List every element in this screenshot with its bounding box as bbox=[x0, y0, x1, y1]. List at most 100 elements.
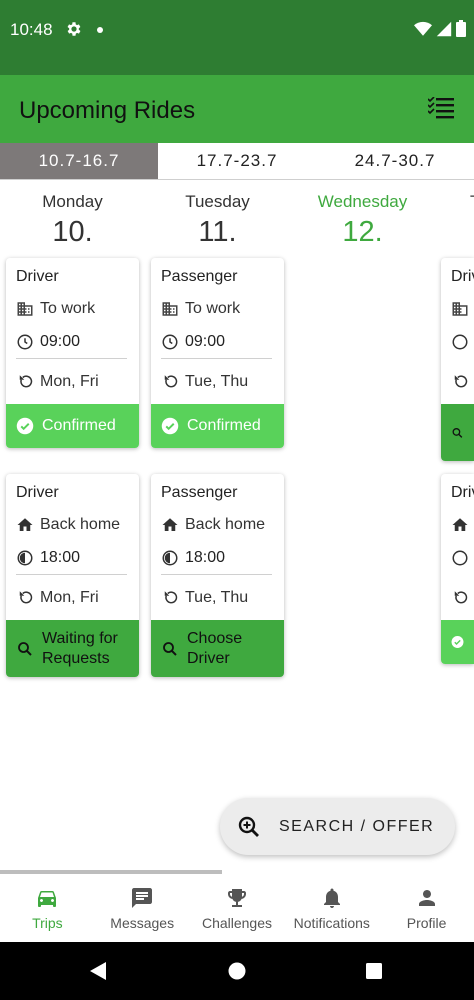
repeat-icon bbox=[164, 375, 178, 388]
trophy-icon bbox=[227, 889, 246, 907]
day-number: 12. bbox=[342, 216, 383, 248]
search-icon bbox=[18, 641, 32, 656]
ride-card-partial[interactable]: Driv bbox=[441, 474, 474, 664]
status-bar: 10:48 bbox=[0, 0, 474, 75]
clock-icon bbox=[17, 334, 33, 350]
message-icon bbox=[132, 888, 153, 908]
repeat-label: Tue, Thu bbox=[185, 589, 249, 606]
repeat-icon bbox=[19, 375, 33, 388]
page-title: Upcoming Rides bbox=[19, 97, 196, 124]
week-tab-2[interactable]: 17.7-23.7 bbox=[158, 143, 316, 179]
clock-half-icon bbox=[17, 550, 33, 566]
check-circle-icon bbox=[161, 417, 179, 435]
bell-icon bbox=[323, 888, 340, 908]
ride-role: Driv bbox=[451, 268, 474, 285]
clock-icon bbox=[452, 334, 468, 350]
status-icons bbox=[414, 20, 466, 37]
repeat-icon bbox=[164, 591, 178, 604]
destination-row: Back home bbox=[16, 516, 120, 534]
status-label: Choose Driver bbox=[187, 629, 242, 669]
back-icon[interactable] bbox=[89, 961, 107, 981]
home-button-icon[interactable] bbox=[228, 961, 246, 981]
destination-row: To work bbox=[161, 300, 240, 318]
ride-card[interactable]: Passenger To work 09:00 Tue, Thu Confirm… bbox=[151, 258, 284, 448]
building-icon bbox=[452, 302, 468, 316]
ride-role: Driv bbox=[451, 484, 474, 501]
status-choose-driver[interactable]: Choose Driver bbox=[151, 620, 284, 677]
status-line-1: Choose bbox=[187, 629, 243, 647]
divider bbox=[16, 574, 127, 575]
repeat-label: Tue, Thu bbox=[185, 373, 249, 390]
day-header-partial: T bbox=[470, 192, 474, 212]
nav-label: Notifications bbox=[293, 915, 370, 931]
clock-half-icon bbox=[162, 550, 178, 566]
recents-icon[interactable] bbox=[365, 961, 383, 981]
status-confirmed: Confirmed bbox=[6, 404, 139, 448]
status-confirmed bbox=[441, 620, 474, 664]
repeat-icon bbox=[454, 591, 468, 604]
day-header-monday: Monday 10. bbox=[0, 192, 145, 249]
list-menu-icon[interactable] bbox=[428, 97, 454, 119]
repeat-icon bbox=[454, 375, 468, 388]
settings-icon bbox=[67, 22, 81, 36]
car-icon bbox=[38, 891, 57, 907]
check-circle-icon bbox=[451, 636, 464, 648]
ride-card-partial[interactable]: Driv bbox=[441, 258, 474, 461]
status-confirmed: Confirmed bbox=[151, 404, 284, 448]
nav-notifications[interactable]: Notifications bbox=[284, 876, 379, 942]
status-label: Confirmed bbox=[42, 417, 116, 434]
clock-half-icon bbox=[452, 550, 468, 566]
person-icon bbox=[418, 890, 435, 906]
time-row: 09:00 bbox=[161, 333, 225, 351]
week-tab-1[interactable]: 10.7-16.7 bbox=[0, 143, 158, 179]
day-number: 11. bbox=[198, 216, 237, 248]
status-label: Confirmed bbox=[187, 417, 261, 434]
week-tab-3[interactable]: 24.7-30.7 bbox=[316, 143, 474, 179]
divider bbox=[161, 358, 272, 359]
zoom-in-icon bbox=[238, 816, 259, 837]
app-bar: Upcoming Rides bbox=[0, 75, 474, 143]
destination-row: Back home bbox=[161, 516, 265, 534]
search-icon bbox=[452, 427, 463, 438]
system-nav-bar bbox=[0, 942, 474, 1000]
day-name: Tuesday bbox=[185, 192, 250, 211]
ride-card[interactable]: Driver Back home 18:00 Mon, Fri Waiting … bbox=[6, 474, 139, 677]
divider bbox=[16, 358, 127, 359]
time-row: 09:00 bbox=[16, 333, 80, 351]
destination-label: Back home bbox=[40, 516, 121, 533]
status-line-1: Waiting for bbox=[42, 629, 118, 647]
clock-icon bbox=[162, 334, 178, 350]
ride-card[interactable]: Driver To work 09:00 Mon, Fri Confirmed bbox=[6, 258, 139, 448]
wifi-icon bbox=[414, 21, 432, 36]
repeat-row: Mon, Fri bbox=[16, 373, 99, 391]
destination-label: To work bbox=[185, 300, 241, 317]
search-offer-label: SEARCH / OFFER bbox=[279, 817, 435, 835]
status-waiting[interactable]: Waiting for Requests bbox=[6, 620, 139, 677]
time-row: 18:00 bbox=[16, 549, 80, 567]
bottom-nav: Trips Messages Challenges Notifications … bbox=[0, 876, 474, 942]
status-line-2: Driver bbox=[187, 649, 230, 667]
ride-card[interactable]: Passenger Back home 18:00 Tue, Thu Choos… bbox=[151, 474, 284, 677]
repeat-icon bbox=[19, 591, 33, 604]
nav-trips[interactable]: Trips bbox=[0, 876, 95, 942]
destination-label: To work bbox=[40, 300, 96, 317]
home-icon bbox=[452, 518, 468, 531]
ride-role: Passenger bbox=[161, 484, 238, 501]
time-label: 18:00 bbox=[40, 549, 81, 566]
nav-label: Challenges bbox=[201, 915, 273, 931]
ride-role: Driver bbox=[16, 484, 59, 501]
repeat-row: Tue, Thu bbox=[161, 589, 248, 607]
building-icon bbox=[162, 302, 178, 316]
status-search[interactable] bbox=[441, 404, 474, 461]
nav-challenges[interactable]: Challenges bbox=[190, 876, 285, 942]
nav-label: Trips bbox=[32, 915, 63, 931]
time-label: 18:00 bbox=[185, 549, 226, 566]
home-icon bbox=[17, 518, 33, 531]
nav-profile[interactable]: Profile bbox=[379, 876, 474, 942]
day-header-wednesday: Wednesday 12. bbox=[290, 192, 435, 249]
divider bbox=[161, 574, 272, 575]
check-circle-icon bbox=[16, 417, 34, 435]
time-label: 09:00 bbox=[40, 333, 81, 350]
search-offer-button[interactable]: SEARCH / OFFER bbox=[220, 798, 455, 855]
nav-messages[interactable]: Messages bbox=[95, 876, 190, 942]
